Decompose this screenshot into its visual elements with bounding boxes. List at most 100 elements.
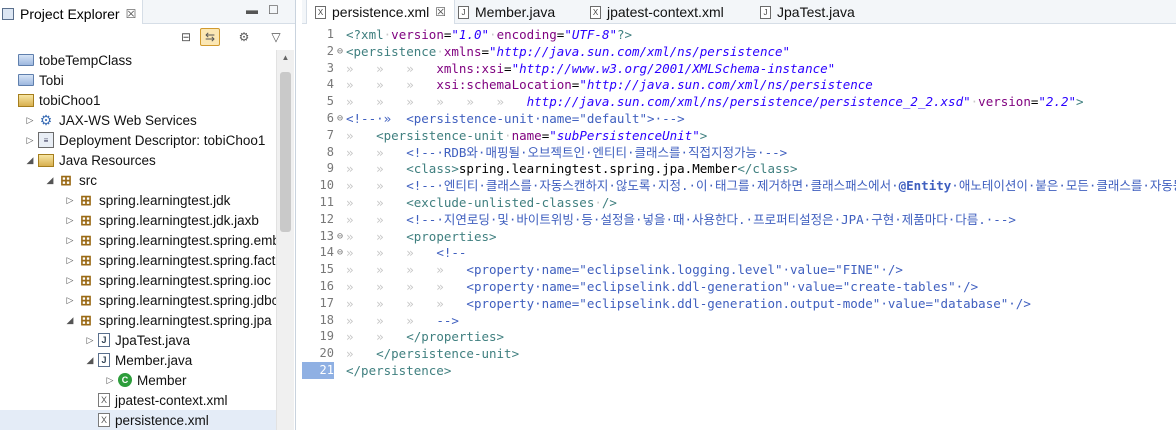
tree-scrollbar[interactable]: ▲ [276,50,294,430]
xml-file-icon: X [590,5,601,19]
expand-icon[interactable]: ▷ [84,335,96,346]
tree-item[interactable]: Xjpatest-context.xml [0,390,228,410]
code-text: » » <properties> [346,228,497,244]
project-explorer-view: Project Explorer ☒ ▬ ☐ ⊟ ⇆ ⚙ ▽ tobeTempC… [0,0,296,430]
expand-icon[interactable]: ▷ [64,295,76,306]
xml-file-icon: X [98,393,110,407]
tree-item[interactable]: ▷ ⊞ spring.learningtest.jdk [0,190,231,210]
tree-item[interactable]: Xpersistence.xml [0,410,276,430]
tree-item[interactable]: ▷ J JpaTest.java [0,330,191,350]
tree-item-label: spring.learningtest.spring.ioc [99,272,271,288]
code-line: 20 » </persistence-unit> [302,345,1176,362]
tree-item[interactable]: ◢ ⊞ spring.learningtest.spring.jpa [0,310,272,330]
code-text: » » » xsi:schemaLocation="http://java.su… [346,77,873,93]
code-text: » » <!--·엔티티·클래스를·자동스캔하지·않도록·지정.·이·태그를·제… [346,178,1176,194]
line-number: 2 [326,43,334,58]
maximize-icon[interactable]: ☐ [268,3,279,17]
tree-item[interactable]: tobiChoo1 [0,90,101,110]
code-line: 15 » » » » <property·name="eclipselink.lo… [302,261,1176,278]
code-text: » » » » » » http://java.sun.com/xml/ns/p… [346,94,1084,110]
line-number: 15 [319,262,334,277]
filter-icon[interactable]: ⚙ [234,28,254,46]
tree-item[interactable]: ▷ ≡ Deployment Descriptor: tobiChoo1 [0,130,265,150]
tree-item[interactable]: ▷ ⚙ JAX-WS Web Services [0,110,197,130]
fold-toggle-icon[interactable]: ⊖ [334,110,346,127]
editor-tab-label: jpatest-context.xml [607,4,724,20]
code-line: 16 » » » » <property·name="eclipselink.dd… [302,278,1176,295]
tree-item[interactable]: ▷ ⊞ spring.learningtest.spring.factc [0,250,276,270]
collapse-icon[interactable]: ◢ [84,355,96,366]
fold-toggle-icon[interactable]: ⊖ [334,228,346,245]
tree-item[interactable]: ▷ ⊞ spring.learningtest.jdk.jaxb [0,210,259,230]
view-menu-icon[interactable]: ▽ [266,28,286,46]
tree-item[interactable]: ▷ ⊞ spring.learningtest.spring.jdbc [0,290,276,310]
project-icon [38,153,54,167]
line-number: 3 [326,60,334,75]
close-icon[interactable]: ☒ [435,5,446,19]
package-icon: ⊞ [60,171,72,188]
code-text: » » » --> [346,312,459,328]
expand-icon[interactable]: ▷ [64,255,76,266]
code-text: » » <!--·RDB와·매핑될·오브젝트인·엔티티·클래스를·직접지정가능·… [346,144,788,160]
collapse-icon[interactable]: ◢ [44,175,56,186]
link-with-editor-icon[interactable]: ⇆ [200,28,220,46]
java-file-icon: J [760,5,771,19]
editor-tab[interactable]: Xjpatest-context.xml [582,0,732,24]
line-number: 17 [319,295,334,310]
editor-tab-label: Member.java [475,4,556,20]
expand-icon[interactable]: ▷ [104,375,116,386]
expand-icon[interactable]: ▷ [24,115,36,126]
project-explorer-toolbar: ⊟ ⇆ ⚙ ▽ [0,24,295,50]
tree-item-label: Member.java [115,352,193,368]
class-icon: C [118,373,132,387]
tree-item-label: spring.learningtest.spring.jpa [99,312,272,328]
tree-item[interactable]: ◢ J Member.java [0,350,193,370]
line-number: 7 [326,127,334,142]
scrollbar-thumb[interactable] [280,72,291,232]
scroll-up-icon[interactable]: ▲ [277,50,294,66]
java-file-icon: J [458,5,469,19]
editor-tab-label: persistence.xml [332,4,430,20]
editor-tab[interactable]: J Member.java [450,0,563,24]
expand-icon[interactable]: ▷ [64,235,76,246]
code-area[interactable]: 1 <?xml·version="1.0"·encoding="UTF-8"?> 2… [302,26,1176,430]
tree-item-label: src [79,172,97,188]
tree-item-label: spring.learningtest.jdk [99,192,231,208]
line-number: 14 [319,245,334,260]
tree-item-label: Java Resources [59,152,156,168]
expand-icon[interactable]: ▷ [64,275,76,286]
line-number: 5 [326,94,334,109]
line-number: 13 [319,228,334,243]
code-line: 1 <?xml·version="1.0"·encoding="UTF-8"?> [302,26,1176,43]
tree-item[interactable]: Tobi [0,70,64,90]
line-number: 11 [319,195,334,209]
collapse-all-icon[interactable]: ⊟ [176,28,196,46]
tree-item[interactable]: tobeTempClass [0,50,132,70]
editor-tab[interactable]: Xpersistence.xml ☒ [306,0,456,24]
code-line: 4 » » » xsi:schemaLocation="http://java.s… [302,76,1176,93]
minimize-icon[interactable]: ▬ [246,3,258,17]
tab-project-explorer[interactable]: Project Explorer ☒ [0,0,144,24]
code-line: 9 » » <class>spring.learningtest.spring.j… [302,160,1176,177]
expand-icon[interactable]: ▷ [24,135,36,146]
code-text: » » » » <property·name="eclipselink.ddl-… [346,279,979,294]
tree-item[interactable]: ▷ C Member [0,370,187,390]
close-icon[interactable]: ☒ [126,7,137,21]
project-explorer-icon [2,7,14,20]
collapse-icon[interactable]: ◢ [64,315,76,326]
tree-item[interactable]: ◢ ⊞ src [0,170,97,190]
expand-icon[interactable]: ▷ [64,215,76,226]
code-line: 19 » » </properties> [302,328,1176,345]
fold-toggle-icon[interactable]: ⊖ [334,244,346,261]
xml-file-icon: X [315,5,326,19]
tree-item[interactable]: ▷ ⊞ spring.learningtest.spring.emb [0,230,276,250]
collapse-icon[interactable]: ◢ [24,155,36,166]
tree-item[interactable]: ▷ ⊞ spring.learningtest.spring.ioc [0,270,271,290]
project-explorer-tabbar: Project Explorer ☒ ▬ ☐ [0,0,295,24]
fold-toggle-icon[interactable]: ⊖ [334,43,346,60]
tree-item-label: spring.learningtest.spring.emb [99,232,276,248]
web-services-icon: ⚙ [39,111,53,128]
editor-tab[interactable]: J JpaTest.java [752,0,863,24]
expand-icon[interactable]: ▷ [64,195,76,206]
tree-item[interactable]: ◢ Java Resources [0,150,156,170]
